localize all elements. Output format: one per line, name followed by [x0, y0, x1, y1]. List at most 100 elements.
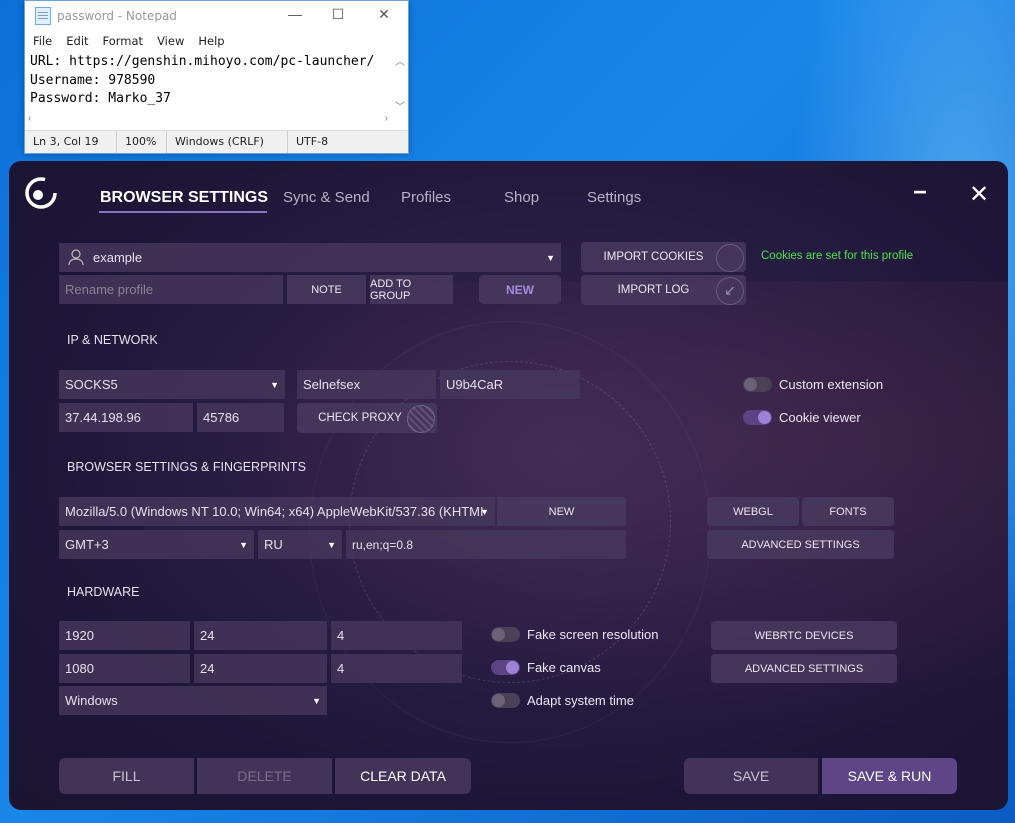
fingerprint-advanced-settings-button[interactable]: ADVANCED SETTINGS: [707, 530, 894, 559]
text-line: Username: 978590: [30, 72, 156, 88]
locale-value: RU: [264, 537, 283, 552]
tab-profiles[interactable]: Profiles: [401, 189, 451, 206]
hardware-heading: HARDWARE: [67, 585, 140, 599]
status-eol: Windows (CRLF): [167, 131, 288, 153]
vertical-scrollbar[interactable]: ︿ ﹀: [394, 53, 406, 113]
proxy-type-select[interactable]: SOCKS5 ▼: [59, 370, 285, 399]
scroll-left-icon[interactable]: ‹: [28, 113, 31, 127]
chevron-down-icon: ▼: [327, 539, 336, 550]
tab-sync-send[interactable]: Sync & Send: [283, 189, 370, 206]
clear-data-button[interactable]: CLEAR DATA: [335, 758, 471, 794]
tab-settings[interactable]: Settings: [587, 189, 641, 206]
os-select[interactable]: Windows ▼: [59, 686, 327, 715]
user-icon: [68, 249, 84, 266]
profile-select[interactable]: example ▼: [59, 243, 561, 272]
fake-canvas-toggle[interactable]: [491, 660, 520, 675]
proxy-password-input[interactable]: U9b4CaR: [440, 370, 580, 399]
proxy-port-input[interactable]: 45786: [197, 403, 284, 432]
menu-format[interactable]: Format: [103, 34, 144, 48]
custom-extension-label: Custom extension: [779, 377, 884, 392]
scroll-down-icon[interactable]: ﹀: [394, 98, 406, 113]
note-button[interactable]: NOTE: [287, 275, 366, 304]
status-position: Ln 3, Col 19: [25, 131, 117, 153]
screen-width-input[interactable]: 1920: [59, 621, 190, 650]
text-line: Password: Marko_37: [30, 91, 171, 106]
hardware-field[interactable]: 4: [331, 621, 462, 650]
notepad-text-area[interactable]: URL: https://genshin.mihoyo.com/pc-launc…: [25, 51, 408, 111]
chevron-down-icon: ▼: [312, 695, 321, 706]
notepad-menubar: File Edit Format View Help: [25, 31, 408, 51]
user-agent-value: Mozilla/5.0 (Windows NT 10.0; Win64; x64…: [65, 504, 484, 519]
fonts-button[interactable]: FONTS: [802, 497, 894, 526]
user-agent-select[interactable]: Mozilla/5.0 (Windows NT 10.0; Win64; x64…: [59, 497, 495, 526]
fake-canvas-label: Fake canvas: [527, 660, 601, 675]
import-cookies-label: IMPORT COOKIES: [603, 251, 704, 263]
close-icon[interactable]: ✕: [369, 6, 399, 23]
import-log-button[interactable]: IMPORT LOG ↙: [581, 275, 746, 305]
proxy-ip-input[interactable]: 37.44.198.96: [59, 403, 193, 432]
notepad-titlebar[interactable]: password - Notepad — ☐ ✕: [25, 1, 408, 31]
tab-browser-settings[interactable]: BROWSER SETTINGS: [100, 189, 268, 207]
browser-profile-app: BROWSER SETTINGS Sync & Send Profiles Sh…: [9, 161, 1008, 810]
fake-resolution-toggle[interactable]: [491, 627, 520, 642]
profile-name: example: [93, 250, 143, 265]
scroll-right-icon[interactable]: ›: [385, 113, 388, 127]
proxy-login-input[interactable]: Selnefsex: [297, 370, 436, 399]
menu-file[interactable]: File: [33, 34, 52, 48]
fill-button[interactable]: FILL: [59, 758, 194, 794]
scroll-up-icon[interactable]: ︿: [394, 53, 406, 68]
tab-shop[interactable]: Shop: [504, 189, 539, 206]
hardware-field[interactable]: 4: [331, 654, 462, 683]
menu-help[interactable]: Help: [198, 34, 224, 48]
os-value: Windows: [65, 693, 118, 708]
cookie-viewer-toggle[interactable]: [743, 410, 772, 425]
adapt-time-toggle[interactable]: [491, 693, 520, 708]
webgl-button[interactable]: WEBGL: [707, 497, 799, 526]
import-arrow-icon: ↙: [716, 277, 744, 305]
network-heading: IP & NETWORK: [67, 333, 158, 347]
status-zoom: 100%: [117, 131, 167, 153]
cookie-viewer-label: Cookie viewer: [779, 410, 861, 425]
chevron-down-icon: ▼: [239, 539, 248, 550]
app-logo-icon: [25, 177, 57, 209]
minimize-icon[interactable]: —: [280, 6, 310, 22]
active-tab-indicator: [99, 211, 267, 213]
text-line: URL: https://genshin.mihoyo.com/pc-launc…: [30, 54, 375, 69]
import-log-label: IMPORT LOG: [617, 284, 690, 296]
new-user-agent-button[interactable]: NEW: [497, 497, 626, 526]
import-cookies-button[interactable]: IMPORT COOKIES: [581, 242, 746, 272]
timezone-select[interactable]: GMT+3 ▼: [59, 530, 254, 559]
menu-edit[interactable]: Edit: [66, 34, 88, 48]
notepad-window[interactable]: password - Notepad — ☐ ✕ File Edit Forma…: [24, 0, 409, 154]
hardware-field[interactable]: 24: [194, 621, 327, 650]
notepad-icon: [35, 7, 51, 25]
horizontal-scrollbar[interactable]: ‹ ›: [28, 113, 388, 127]
adapt-time-label: Adapt system time: [527, 693, 634, 708]
chevron-down-icon: ▼: [480, 506, 489, 517]
check-proxy-button[interactable]: CHECK PROXY: [297, 403, 437, 433]
add-to-group-button[interactable]: ADD TO GROUP: [370, 275, 453, 304]
hardware-field[interactable]: 24: [194, 654, 327, 683]
fingerprints-heading: BROWSER SETTINGS & FINGERPRINTS: [67, 460, 306, 474]
menu-view[interactable]: View: [157, 34, 184, 48]
globe-icon: [407, 405, 435, 433]
save-button[interactable]: SAVE: [684, 758, 818, 794]
maximize-icon[interactable]: ☐: [323, 6, 353, 23]
chevron-down-icon: ▼: [270, 379, 279, 390]
minimize-icon[interactable]: −: [913, 179, 927, 207]
close-icon[interactable]: ✕: [969, 180, 989, 209]
delete-button[interactable]: DELETE: [197, 758, 332, 794]
proxy-type-value: SOCKS5: [65, 377, 118, 392]
save-and-run-button[interactable]: SAVE & RUN: [822, 758, 957, 794]
screen-height-input[interactable]: 1080: [59, 654, 190, 683]
notepad-title: password - Notepad: [57, 9, 177, 23]
webrtc-devices-button[interactable]: WEBRTC DEVICES: [711, 621, 897, 650]
new-profile-button[interactable]: NEW: [479, 275, 561, 304]
status-encoding: UTF-8: [296, 135, 329, 148]
locale-select[interactable]: RU ▼: [258, 530, 342, 559]
accept-language-input[interactable]: ru,en;q=0.8: [346, 530, 626, 559]
chevron-down-icon: ▼: [546, 252, 555, 263]
rename-profile-input[interactable]: Rename profile: [59, 275, 283, 304]
custom-extension-toggle[interactable]: [743, 377, 772, 392]
hardware-advanced-settings-button[interactable]: ADVANCED SETTINGS: [711, 654, 897, 683]
